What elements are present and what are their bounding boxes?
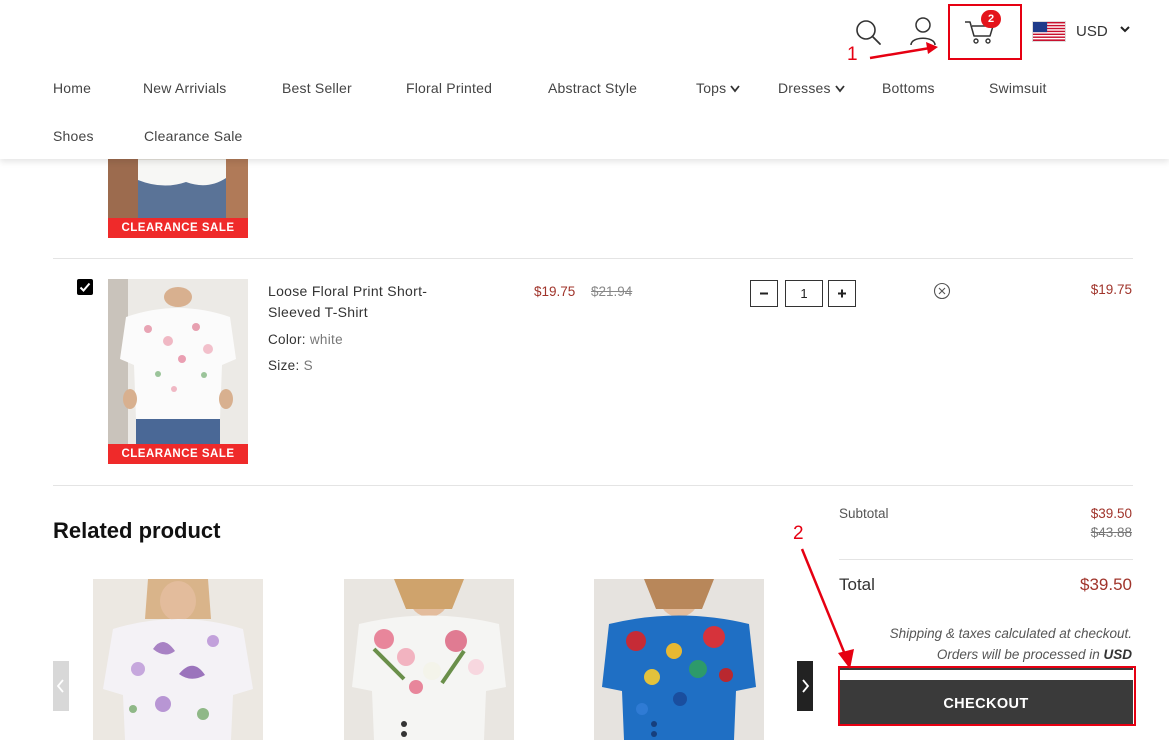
color-value: white bbox=[309, 332, 343, 347]
currency-note: Orders will be processed in USD bbox=[937, 647, 1132, 662]
annotation-step-2: 2 bbox=[793, 523, 804, 544]
subtotal-original-value: $43.88 bbox=[1090, 525, 1132, 540]
checkmark-icon bbox=[79, 282, 91, 292]
plus-icon bbox=[838, 289, 846, 298]
item-select-checkbox[interactable] bbox=[77, 279, 93, 295]
subtotal-label: Subtotal bbox=[839, 506, 889, 521]
nav-dresses[interactable]: Dresses bbox=[778, 80, 845, 96]
currency-note-value: USD bbox=[1103, 647, 1132, 662]
divider bbox=[839, 559, 1133, 560]
quantity-input[interactable]: 1 bbox=[785, 280, 823, 307]
related-product-heading: Related product bbox=[53, 518, 221, 543]
cart-item-2-image[interactable]: CLEARANCE SALE bbox=[108, 279, 248, 464]
annotation-arrow-1 bbox=[869, 42, 938, 60]
carousel-prev-button[interactable] bbox=[53, 661, 69, 711]
item-original-price: $21.94 bbox=[591, 284, 633, 299]
divider bbox=[53, 485, 1133, 486]
annotation-arrow-2 bbox=[800, 548, 854, 669]
nav-clearance-sale[interactable]: Clearance Sale bbox=[144, 128, 243, 144]
cart-item-color: Color: white bbox=[268, 332, 343, 347]
related-product-1-photo bbox=[93, 579, 263, 740]
size-label: Size: bbox=[268, 358, 300, 373]
nav-shoes[interactable]: Shoes bbox=[53, 128, 94, 144]
chevron-left-icon bbox=[56, 679, 64, 693]
color-label: Color: bbox=[268, 332, 306, 347]
minus-icon bbox=[760, 292, 768, 295]
nav-home[interactable]: Home bbox=[53, 80, 91, 96]
currency-note-text: Orders will be processed in bbox=[936, 647, 1100, 662]
shipping-note: Shipping & taxes calculated at checkout. bbox=[889, 626, 1132, 641]
item-price: $19.75 bbox=[534, 284, 576, 299]
nav-bottoms[interactable]: Bottoms bbox=[882, 80, 935, 96]
clearance-sale-tag: CLEARANCE SALE bbox=[108, 218, 248, 238]
nav-new-arrivals[interactable]: New Arrivials bbox=[143, 80, 227, 96]
chevron-down-icon bbox=[730, 85, 741, 93]
clearance-sale-tag: CLEARANCE SALE bbox=[108, 444, 248, 464]
chevron-down-icon[interactable] bbox=[1119, 22, 1131, 36]
nav-floral-printed[interactable]: Floral Printed bbox=[406, 80, 492, 96]
annotation-step-1: 1 bbox=[847, 44, 858, 65]
size-value: S bbox=[303, 358, 313, 373]
cart-item-name[interactable]: Loose Floral Print Short-Sleeved T-Shirt bbox=[268, 281, 458, 323]
related-product-2[interactable] bbox=[344, 579, 514, 740]
related-product-3-photo bbox=[594, 579, 764, 740]
chevron-down-icon bbox=[835, 85, 845, 93]
divider bbox=[53, 258, 1133, 259]
annotation-cart-highlight bbox=[948, 4, 1022, 60]
nav-tops-label: Tops bbox=[696, 80, 727, 96]
nav-abstract-style[interactable]: Abstract Style bbox=[548, 80, 637, 96]
total-value: $39.50 bbox=[1080, 575, 1132, 594]
quantity-increase-button[interactable] bbox=[828, 280, 856, 307]
us-flag-icon[interactable] bbox=[1032, 21, 1066, 42]
annotation-checkout-highlight bbox=[838, 666, 1136, 726]
related-product-3[interactable] bbox=[594, 579, 764, 740]
cart-item-size: Size: S bbox=[268, 358, 313, 373]
subtotal-value: $39.50 bbox=[1090, 506, 1132, 521]
cart-item-2-photo bbox=[108, 279, 248, 464]
quantity-decrease-button[interactable] bbox=[750, 280, 778, 307]
nav-dresses-label: Dresses bbox=[778, 80, 831, 96]
related-product-2-photo bbox=[344, 579, 514, 740]
remove-item-icon[interactable] bbox=[933, 282, 951, 300]
nav-tops[interactable]: Tops bbox=[696, 80, 741, 96]
nav-best-seller[interactable]: Best Seller bbox=[282, 80, 352, 96]
item-line-total: $19.75 bbox=[1090, 282, 1132, 297]
nav-swimsuit[interactable]: Swimsuit bbox=[989, 80, 1047, 96]
currency-selector[interactable]: USD bbox=[1076, 23, 1108, 40]
related-product-1[interactable] bbox=[93, 579, 263, 740]
